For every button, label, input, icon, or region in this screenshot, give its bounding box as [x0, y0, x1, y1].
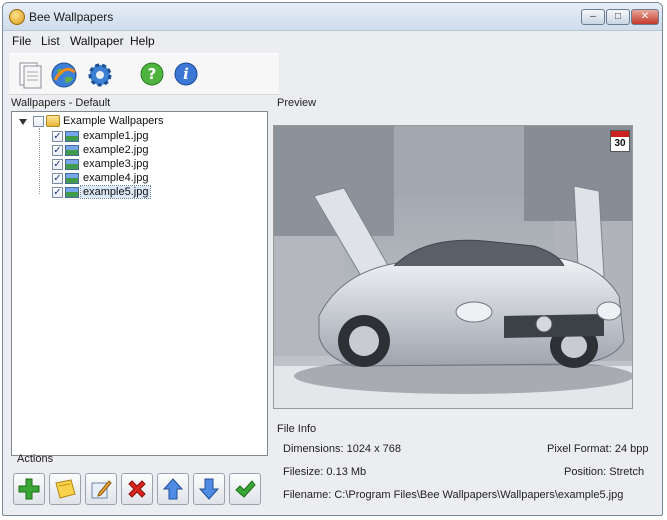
menu-list[interactable]: List [41, 34, 60, 48]
delete-icon [128, 480, 146, 498]
preview-label: Preview [277, 97, 317, 109]
file-info-label: File Info [277, 423, 317, 435]
menu-bar: File List Wallpaper Help [3, 31, 662, 51]
wallpaper-tree[interactable]: Example Wallpapers ✓ example1.jpg ✓ exam… [11, 111, 268, 456]
collapse-arrow-icon[interactable] [19, 119, 27, 125]
svg-text:?: ? [148, 65, 157, 83]
tree-item[interactable]: ✓ example2.jpg [12, 143, 262, 158]
item-checkbox[interactable]: ✓ [52, 159, 63, 170]
globe-icon[interactable] [49, 60, 79, 90]
tree-item-label: example4.jpg [83, 172, 149, 184]
info-icon[interactable]: i [171, 60, 201, 90]
tree-item[interactable]: ✓ example3.jpg [12, 157, 262, 172]
menu-help[interactable]: Help [130, 34, 155, 48]
item-checkbox[interactable]: ✓ [52, 145, 63, 156]
tree-item-label: example5.jpg [79, 185, 152, 199]
edit-button[interactable] [85, 473, 117, 505]
tree-item[interactable]: ✓ example1.jpg [12, 129, 262, 144]
maximize-button[interactable]: □ [606, 9, 630, 25]
toolbar: ? i [9, 53, 279, 95]
image-file-icon [65, 187, 79, 198]
wallpaper-preview-image: 30 [273, 125, 633, 409]
item-checkbox[interactable]: ✓ [52, 173, 63, 184]
image-file-icon [65, 173, 79, 184]
title-bar[interactable]: Bee Wallpapers – □ ✕ [3, 3, 662, 31]
add-folder-icon [55, 479, 76, 499]
image-file-icon [65, 159, 79, 170]
window-title: Bee Wallpapers [29, 10, 114, 24]
apply-check-icon [235, 480, 256, 498]
move-down-icon [198, 478, 220, 500]
app-window: Bee Wallpapers – □ ✕ File List Wallpaper… [2, 2, 663, 516]
bee-app-icon [9, 9, 25, 25]
actions-label: Actions [17, 453, 54, 465]
tree-item[interactable]: ✓ example4.jpg [12, 171, 262, 186]
help-icon[interactable]: ? [137, 60, 167, 90]
svg-text:i: i [183, 65, 189, 83]
filename-text: Filename: C:\Program Files\Bee Wallpaper… [283, 489, 624, 501]
apply-button[interactable] [229, 473, 261, 505]
menu-file[interactable]: File [12, 34, 31, 48]
tree-item-label: example1.jpg [83, 130, 149, 142]
tree-item-selected[interactable]: ✓ example5.jpg [12, 185, 262, 200]
edit-icon [91, 480, 112, 499]
position-text: Position: Stretch [564, 466, 645, 478]
new-list-icon[interactable] [15, 60, 45, 90]
image-file-icon [65, 145, 79, 156]
move-down-button[interactable] [193, 473, 225, 505]
add-icon [18, 478, 40, 500]
tree-item-label: example2.jpg [83, 144, 149, 156]
add-folder-button[interactable] [49, 473, 81, 505]
calendar-day: 30 [614, 138, 626, 149]
delete-button[interactable] [121, 473, 153, 505]
image-file-icon [65, 131, 79, 142]
root-checkbox[interactable] [33, 116, 44, 127]
dimensions-text: Dimensions: 1024 x 768 [283, 443, 402, 455]
calendar-icon: 30 [610, 130, 630, 152]
tree-root-label: Example Wallpapers [63, 115, 164, 127]
item-checkbox[interactable]: ✓ [52, 131, 63, 142]
minimize-button[interactable]: – [581, 9, 605, 25]
move-up-icon [162, 478, 184, 500]
add-wallpaper-button[interactable] [13, 473, 45, 505]
tree-item-label: example3.jpg [83, 158, 149, 170]
menu-wallpaper[interactable]: Wallpaper [70, 34, 124, 48]
move-up-button[interactable] [157, 473, 189, 505]
tree-root[interactable]: Example Wallpapers [12, 114, 262, 129]
item-checkbox[interactable]: ✓ [52, 187, 63, 198]
wallpapers-panel-label: Wallpapers - Default [11, 97, 111, 109]
pixel-format-text: Pixel Format: 24 bpp [547, 443, 649, 455]
close-button[interactable]: ✕ [631, 9, 659, 25]
folder-icon [46, 115, 60, 127]
filesize-text: Filesize: 0.13 Mb [283, 466, 367, 478]
settings-gear-icon[interactable] [85, 60, 115, 90]
